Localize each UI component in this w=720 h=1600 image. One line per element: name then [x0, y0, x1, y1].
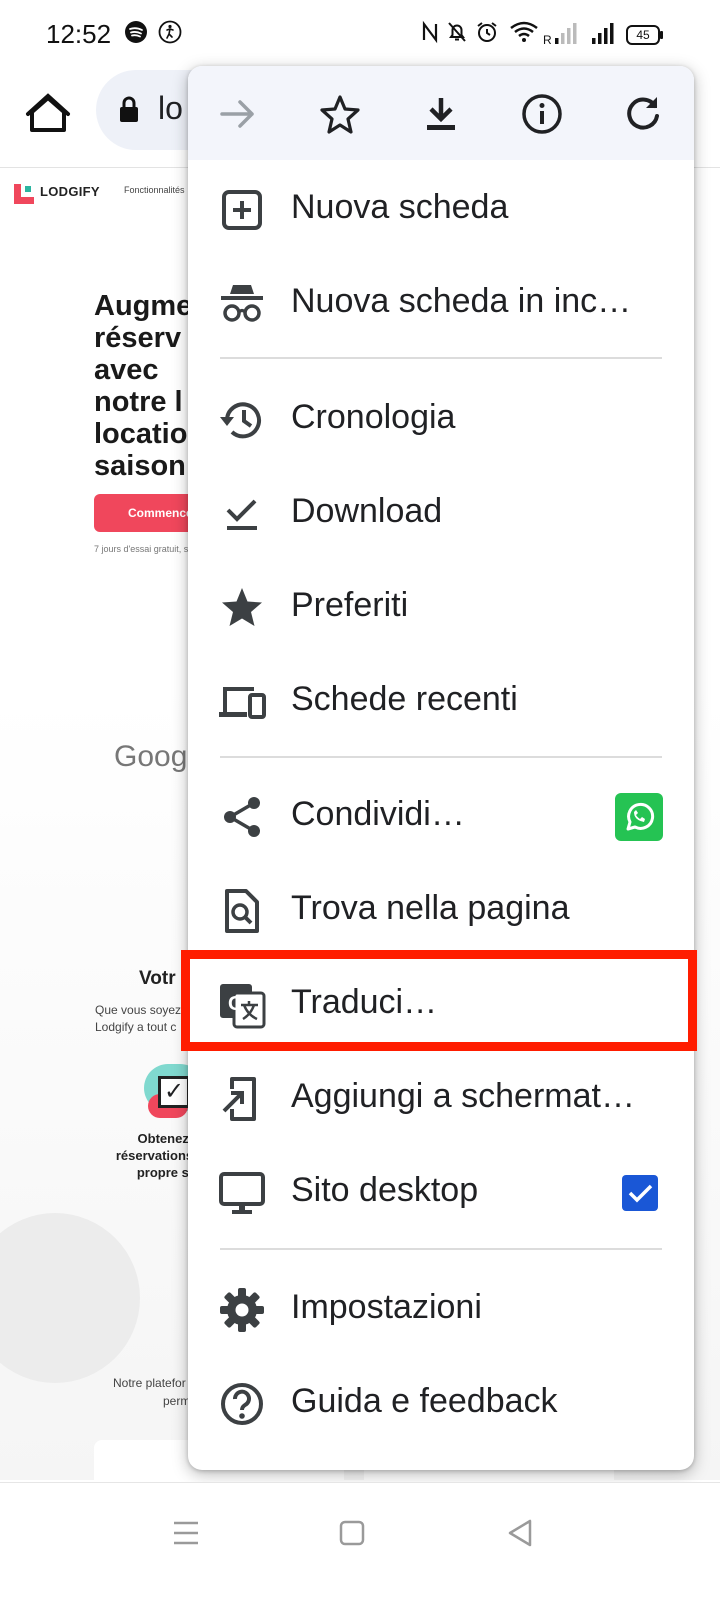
download-page-button[interactable] [411, 86, 471, 142]
system-nav-bar [0, 1482, 720, 1600]
webpage-trial-note: 7 jours d'essai gratuit, s [94, 544, 189, 554]
refresh-icon [627, 97, 659, 130]
help-icon [221, 1383, 263, 1425]
download-icon [427, 98, 455, 130]
battery-level: 45 [636, 28, 650, 42]
menu-item-label: Preferiti [291, 586, 409, 624]
url-text: lo [158, 90, 183, 126]
menu-item-label: Cronologia [291, 398, 456, 436]
menu-item-history[interactable]: Cronologia [188, 372, 694, 464]
lock-icon [120, 96, 138, 122]
whatsapp-share-button[interactable] [615, 793, 663, 841]
signal-icon [592, 23, 614, 44]
webpage-section-text: Que vous soyez Lodgify a tout c [95, 1002, 181, 1036]
menu-item-find-in-page[interactable]: Trova nella pagina [188, 863, 694, 955]
home-icon[interactable] [22, 88, 74, 140]
back-triangle-icon[interactable] [500, 1513, 540, 1553]
home-square-icon[interactable] [332, 1513, 372, 1553]
wifi-icon [510, 21, 538, 42]
forward-icon [220, 100, 254, 128]
menu-item-incognito-tab[interactable]: Nuova scheda in inc… [188, 256, 694, 348]
settings-icon [220, 1288, 264, 1332]
webpage-nav-link[interactable]: Fonctionnalités [124, 185, 185, 195]
menu-divider [220, 1248, 662, 1250]
status-bar: 12:52 R 45 [0, 0, 720, 70]
section-line: Que vous soyez [95, 1003, 182, 1017]
menu-item-desktop-site[interactable]: Sito desktop [188, 1145, 694, 1237]
menu-item-label: Sito desktop [291, 1171, 479, 1209]
google-logo-text: Googl [114, 740, 195, 773]
menu-divider [220, 357, 662, 359]
new-tab-icon [222, 190, 262, 230]
download-check-icon [226, 499, 257, 530]
desktop-site-checkbox[interactable] [622, 1175, 658, 1211]
desktop-icon [219, 1172, 265, 1214]
add-to-home-icon [222, 1077, 256, 1121]
menu-item-label: Nuova scheda in inc… [291, 282, 632, 320]
webpage-bottom-text: Notre platefor perm [113, 1374, 190, 1410]
webpage-section-title: Votr [139, 968, 176, 989]
menu-item-label: Impostazioni [291, 1288, 482, 1326]
feature-check-icon: ✓ [158, 1076, 190, 1108]
bottom-line: Notre platefor [113, 1376, 186, 1390]
menu-action-row [188, 66, 694, 160]
decorative-circle [0, 1213, 140, 1383]
menu-item-label: Condividi… [291, 795, 465, 833]
menu-item-add-to-home-screen[interactable]: Aggiungi a schermat… [188, 1051, 694, 1143]
menu-item-label: Nuova scheda [291, 188, 509, 226]
checkmark-icon [628, 1184, 653, 1203]
bell-off-icon [448, 22, 466, 42]
menu-item-bookmarks[interactable]: Preferiti [188, 560, 694, 652]
signal-roaming-icon [555, 23, 577, 44]
menu-item-new-tab[interactable]: Nuova scheda [188, 162, 694, 254]
share-icon [224, 797, 260, 837]
whatsapp-icon [626, 802, 655, 831]
overflow-menu: Nuova scheda Nuova scheda in inc… Cronol… [188, 66, 694, 1470]
star-icon [222, 588, 262, 626]
menu-item-downloads[interactable]: Download [188, 466, 694, 558]
nfc-icon [422, 20, 438, 44]
bookmark-button[interactable] [310, 86, 370, 142]
info-icon [522, 94, 562, 134]
menu-item-label: Schede recenti [291, 680, 518, 718]
menu-item-share[interactable]: Condividi… [188, 769, 694, 861]
bottom-line: perm [163, 1394, 191, 1408]
reload-button[interactable] [613, 86, 673, 142]
history-icon [220, 402, 261, 439]
roaming-label: R [543, 33, 552, 47]
battery-tip [660, 31, 663, 39]
menu-divider [220, 756, 662, 758]
lodgify-brand: LODGIFY [40, 184, 100, 199]
page-info-button[interactable] [512, 86, 572, 142]
alarm-icon [477, 22, 497, 42]
bookmark-star-icon [320, 95, 360, 134]
status-time: 12:52 [46, 19, 112, 49]
forward-button[interactable] [208, 86, 268, 142]
recents-icon[interactable] [166, 1513, 206, 1553]
menu-item-label: Aggiungi a schermat… [291, 1077, 635, 1115]
battery-icon: 45 [626, 25, 660, 45]
menu-item-label: Trova nella pagina [291, 889, 570, 927]
devices-icon [219, 687, 266, 719]
menu-item-recent-tabs[interactable]: Schede recenti [188, 654, 694, 746]
find-in-page-icon [225, 889, 259, 933]
menu-item-label: Guida e feedback [291, 1382, 558, 1420]
section-line: Lodgify a tout c [95, 1020, 177, 1034]
menu-item-settings[interactable]: Impostazioni [188, 1262, 694, 1354]
spotify-icon [125, 21, 147, 43]
menu-item-label: Download [291, 492, 443, 530]
incognito-icon [221, 285, 263, 322]
highlight-box [181, 950, 697, 1051]
menu-item-help-feedback[interactable]: Guida e feedback [188, 1356, 694, 1448]
accessibility-icon [158, 20, 182, 44]
lodgify-logo-icon [14, 184, 34, 204]
